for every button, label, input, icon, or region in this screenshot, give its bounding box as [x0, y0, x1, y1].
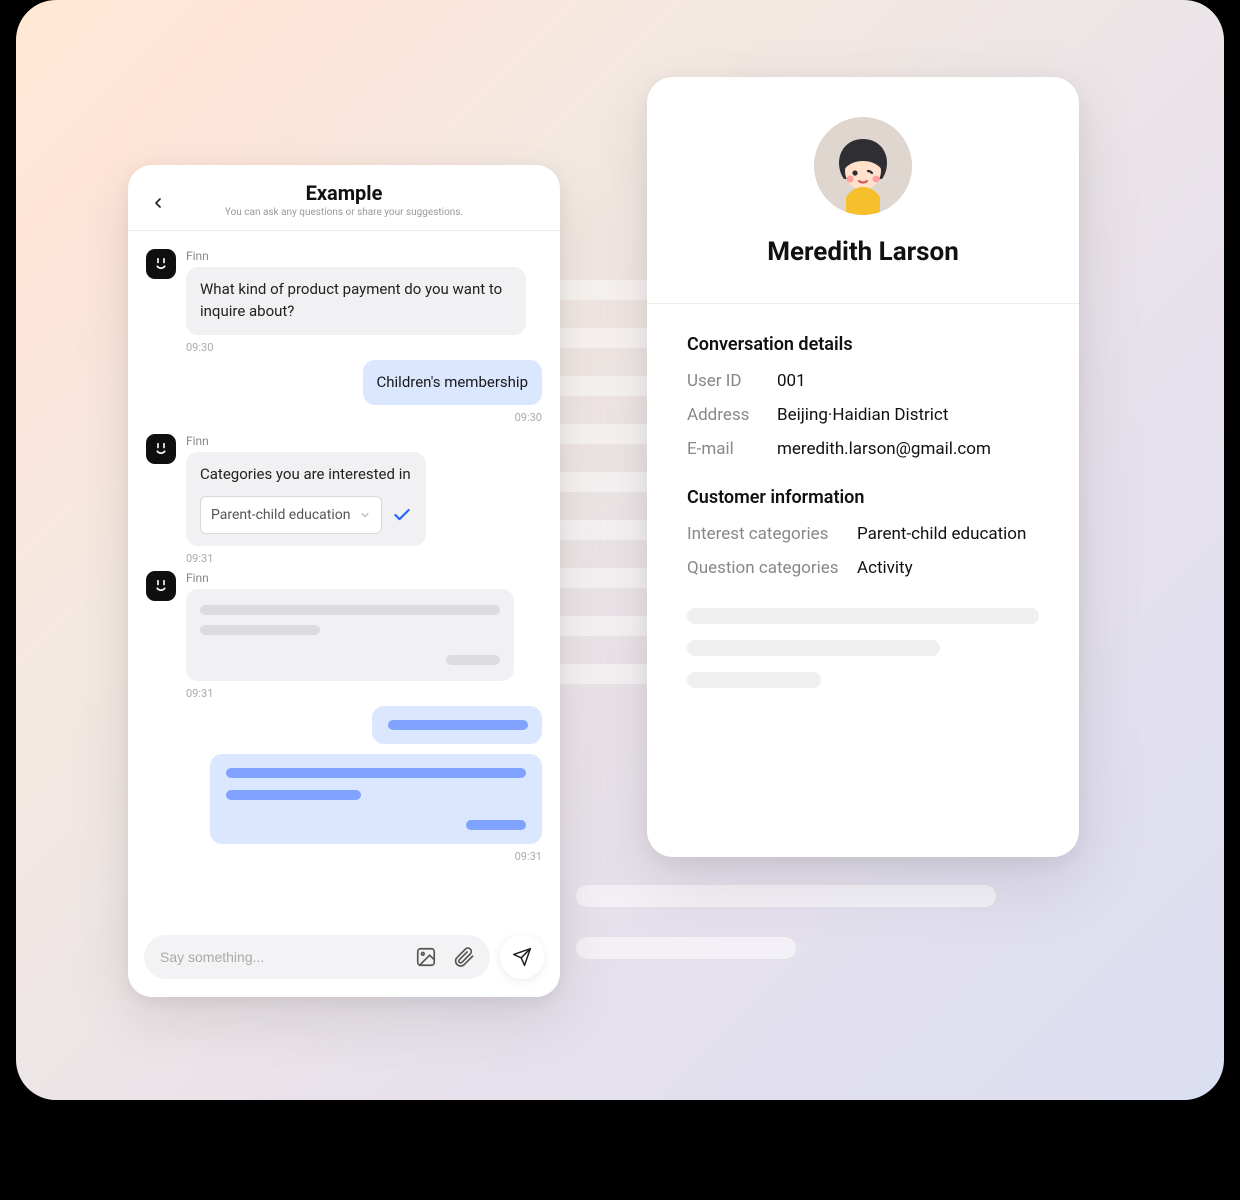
profile-header: Meredith Larson: [647, 77, 1079, 304]
chat-input[interactable]: [160, 949, 404, 965]
user-id-value: 001: [777, 371, 806, 391]
question-row: Question categories Activity: [687, 558, 1039, 578]
timestamp: 09:31: [515, 850, 542, 863]
skeleton-bubble: [210, 754, 542, 844]
bot-avatar: [146, 249, 176, 279]
bot-message-loading: Finn 09:31: [146, 571, 542, 700]
email-label: E-mail: [687, 439, 777, 459]
chat-panel: Example You can ask any questions or sha…: [128, 165, 560, 997]
message-bubble: Categories you are interested in Parent-…: [186, 452, 426, 546]
timestamp: 09:31: [186, 552, 542, 565]
address-label: Address: [687, 405, 777, 425]
bot-face-icon: [152, 440, 170, 458]
sender-name: Finn: [186, 249, 542, 263]
bot-avatar: [146, 571, 176, 601]
profile-name: Meredith Larson: [667, 237, 1059, 267]
interest-label: Interest categories: [687, 524, 857, 544]
bot-message: Finn What kind of product payment do you…: [146, 249, 542, 354]
email-row: E-mail meredith.larson@gmail.com: [687, 439, 1039, 459]
message-bubble: What kind of product payment do you want…: [186, 267, 526, 335]
question-value: Activity: [857, 558, 913, 578]
chevron-down-icon: [359, 509, 371, 521]
bot-avatar: [146, 434, 176, 464]
chat-input-pill: [144, 935, 490, 979]
category-select[interactable]: Parent-child education: [200, 496, 382, 534]
avatar-illustration: [814, 117, 912, 215]
chat-header: Example You can ask any questions or sha…: [128, 165, 560, 231]
sender-name: Finn: [186, 571, 542, 585]
question-label: Question categories: [687, 558, 857, 578]
message-bubble: Children's membership: [363, 360, 543, 406]
user-id-label: User ID: [687, 371, 777, 391]
user-id-row: User ID 001: [687, 371, 1039, 391]
profile-panel: Meredith Larson Conversation details Use…: [647, 77, 1079, 857]
skeleton-bubble: [186, 589, 514, 681]
interest-value: Parent-child education: [857, 524, 1026, 544]
image-icon: [415, 946, 437, 968]
address-row: Address Beijing·Haidian District: [687, 405, 1039, 425]
profile-skeleton: [687, 608, 1039, 688]
back-button[interactable]: [144, 189, 172, 217]
chat-body: Finn What kind of product payment do you…: [128, 231, 560, 923]
bot-face-icon: [152, 255, 170, 273]
customer-info-title: Customer information: [687, 487, 1039, 508]
send-button[interactable]: [500, 935, 544, 979]
select-value: Parent-child education: [211, 505, 351, 525]
user-message-loading: 09:31: [146, 706, 542, 863]
skeleton-bubble: [372, 706, 542, 744]
check-icon: [392, 505, 412, 525]
bot-face-icon: [152, 577, 170, 595]
send-icon: [512, 947, 532, 967]
profile-body: Conversation details User ID 001 Address…: [647, 304, 1079, 734]
address-value: Beijing·Haidian District: [777, 405, 948, 425]
attach-button[interactable]: [448, 941, 480, 973]
timestamp: 09:30: [515, 411, 542, 424]
image-button[interactable]: [410, 941, 442, 973]
conversation-details-title: Conversation details: [687, 334, 1039, 355]
background-skeleton-bottom: [576, 885, 996, 989]
timestamp: 09:30: [186, 341, 542, 354]
chevron-left-icon: [150, 195, 166, 211]
interest-row: Interest categories Parent-child educati…: [687, 524, 1039, 544]
chat-subtitle: You can ask any questions or share your …: [146, 207, 542, 218]
timestamp: 09:31: [186, 687, 542, 700]
user-message: Children's membership 09:30: [146, 360, 542, 425]
sender-name: Finn: [186, 434, 542, 448]
paperclip-icon: [453, 946, 475, 968]
message-text: Categories you are interested in: [200, 464, 412, 486]
chat-title: Example: [146, 181, 542, 205]
chat-input-bar: [128, 923, 560, 997]
email-value: meredith.larson@gmail.com: [777, 439, 991, 459]
profile-avatar: [814, 117, 912, 215]
bot-message: Finn Categories you are interested in Pa…: [146, 434, 542, 565]
